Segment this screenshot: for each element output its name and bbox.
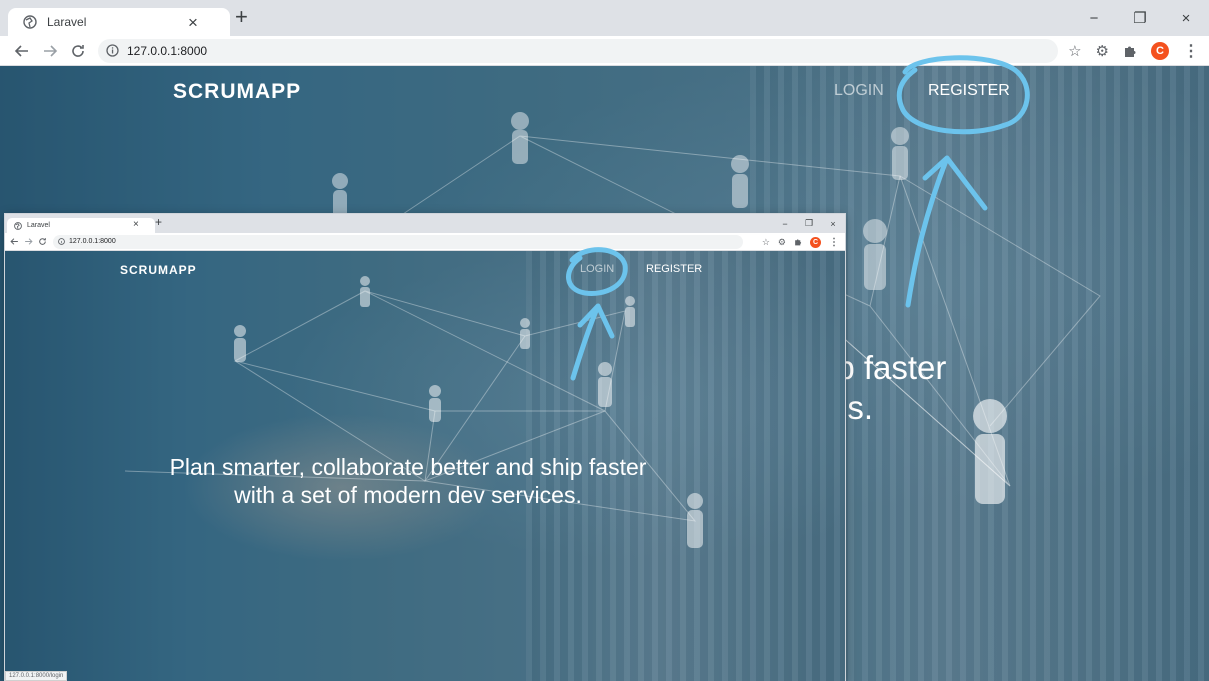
tab-close-button[interactable]: × [188, 13, 198, 33]
window-controls: − ❐ × [1071, 0, 1209, 36]
tab-title: Laravel [47, 15, 87, 29]
address-bar[interactable]: 127.0.0.1:8000 [98, 38, 1058, 63]
tab-title: Laravel [27, 222, 50, 229]
restore-button[interactable]: ❐ [797, 214, 821, 233]
profile-avatar[interactable]: C [810, 236, 821, 248]
back-arrow-icon[interactable] [7, 234, 21, 250]
reload-icon[interactable] [64, 37, 92, 65]
info-icon[interactable] [58, 238, 65, 245]
close-window-button[interactable]: × [1163, 0, 1209, 36]
toolbar: 127.0.0.1:8000 ☆ ⚙ C ⋮ [0, 36, 1209, 66]
tab-laravel[interactable]: Laravel × [8, 8, 230, 36]
nav-register-link[interactable]: REGISTER [646, 263, 702, 275]
toolbar-actions: ☆ ⚙ C ⋮ [1068, 39, 1199, 63]
nav-register-link[interactable]: REGISTER [928, 82, 1010, 100]
minimize-button[interactable]: − [1071, 0, 1117, 36]
nav-login-link[interactable]: LOGIN [834, 82, 884, 100]
headline-line-1: ip faster [829, 349, 947, 386]
nav-login-link[interactable]: LOGIN [580, 263, 614, 275]
menu-dots-icon[interactable]: ⋮ [1183, 41, 1199, 61]
restore-button[interactable]: ❐ [1117, 0, 1163, 36]
brand-logo[interactable]: SCRUMAPP [173, 80, 301, 104]
puzzle-extension-icon[interactable] [1123, 44, 1137, 58]
url-text: 127.0.0.1:8000 [127, 43, 208, 58]
toolbar-actions: ☆ ⚙ C ⋮ [762, 234, 839, 250]
reload-icon[interactable] [35, 234, 49, 250]
tab-laravel[interactable]: Laravel × [7, 218, 155, 233]
browser-window-foreground: Laravel × + − ❐ × 127.0.0.1:8000 ☆ ⚙ C ⋮… [5, 214, 845, 681]
close-window-button[interactable]: × [821, 214, 845, 233]
gear-extension-icon[interactable]: ⚙ [1096, 42, 1109, 60]
url-text: 127.0.0.1:8000 [69, 238, 116, 245]
menu-dots-icon[interactable]: ⋮ [829, 237, 839, 248]
headline-line-2: es. [829, 389, 874, 427]
headline-line-1: Plan smarter, collaborate better and shi… [169, 454, 647, 480]
window-controls: − ❐ × [773, 214, 845, 233]
new-tab-button[interactable]: + [235, 4, 248, 30]
puzzle-extension-icon[interactable] [794, 238, 802, 246]
headline-line-2: with a set of modern dev services. [234, 482, 582, 509]
minimize-button[interactable]: − [773, 214, 797, 233]
tab-close-button[interactable]: × [133, 219, 139, 230]
star-icon[interactable]: ☆ [1068, 42, 1081, 60]
hero-section: SCRUMAPP LOGIN REGISTER Plan smarter, co… [5, 251, 845, 681]
forward-arrow-icon[interactable] [36, 37, 64, 65]
toolbar: 127.0.0.1:8000 ☆ ⚙ C ⋮ [5, 233, 845, 251]
address-bar[interactable]: 127.0.0.1:8000 [53, 234, 743, 249]
tab-strip: Laravel × + − ❐ × [5, 214, 845, 233]
profile-avatar[interactable]: C [1151, 42, 1169, 60]
info-icon[interactable] [106, 44, 119, 57]
new-tab-button[interactable]: + [155, 215, 162, 229]
forward-arrow-icon[interactable] [21, 234, 35, 250]
status-bar-url: 127.0.0.1:8000/login [5, 671, 68, 681]
brand-logo[interactable]: SCRUMAPP [120, 263, 197, 277]
star-icon[interactable]: ☆ [762, 237, 770, 248]
globe-icon [13, 221, 22, 230]
globe-icon [22, 14, 38, 30]
hero-headline-partial: ip faster es. [829, 348, 946, 429]
hero-headline: Plan smarter, collaborate better and shi… [105, 453, 711, 509]
tab-strip: Laravel × + − ❐ × [0, 0, 1209, 36]
back-arrow-icon[interactable] [8, 37, 36, 65]
gear-extension-icon[interactable]: ⚙ [778, 237, 786, 248]
